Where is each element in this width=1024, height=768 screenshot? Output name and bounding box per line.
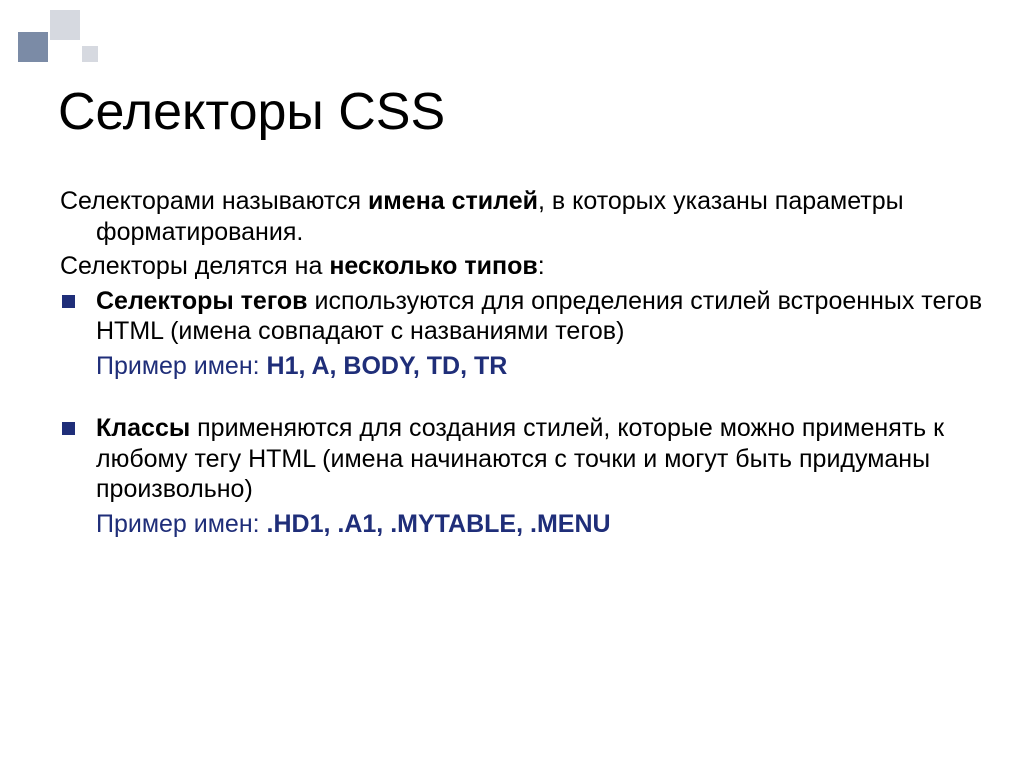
- slide-content: Селекторами называются имена стилей, в к…: [60, 186, 984, 543]
- selector-types-list: Селекторы тегов используются для определ…: [60, 286, 984, 347]
- item2-rest: применяются для создания стилей, которые…: [96, 414, 944, 503]
- example2-label: Пример имен:: [96, 510, 267, 538]
- item2-bold: Классы: [96, 414, 190, 442]
- square-light-right-icon: [82, 46, 98, 62]
- divide-paragraph: Селекторы делятся на несколько типов:: [60, 251, 984, 282]
- item1-bold: Селекторы тегов: [96, 287, 308, 315]
- slide: Селекторы CSS Селекторами называются име…: [0, 0, 1024, 768]
- example1-names: H1, A, BODY, TD, TR: [267, 352, 508, 380]
- list-item: Классы применяются для создания стилей, …: [60, 413, 984, 505]
- example-line: Пример имен: .HD1, .A1, .MYTABLE, .MENU: [60, 509, 984, 540]
- divide-bold: несколько типов: [329, 252, 537, 280]
- divide-prefix: Селекторы делятся на: [60, 252, 329, 280]
- intro-bold: имена стилей: [368, 187, 538, 215]
- intro-prefix: Селекторами называются: [60, 187, 368, 215]
- example1-label: Пример имен:: [96, 352, 267, 380]
- divide-suffix: :: [538, 252, 545, 280]
- square-light-top-icon: [50, 10, 80, 40]
- list-item: Селекторы тегов используются для определ…: [60, 286, 984, 347]
- example-line: Пример имен: H1, A, BODY, TD, TR: [60, 351, 984, 382]
- slide-title: Селекторы CSS: [58, 82, 445, 142]
- intro-paragraph: Селекторами называются имена стилей, в к…: [60, 186, 984, 247]
- example2-names: .HD1, .A1, .MYTABLE, .MENU: [267, 510, 611, 538]
- selector-types-list-2: Классы применяются для создания стилей, …: [60, 413, 984, 505]
- spacer: [60, 385, 984, 413]
- square-dark-icon: [18, 32, 48, 62]
